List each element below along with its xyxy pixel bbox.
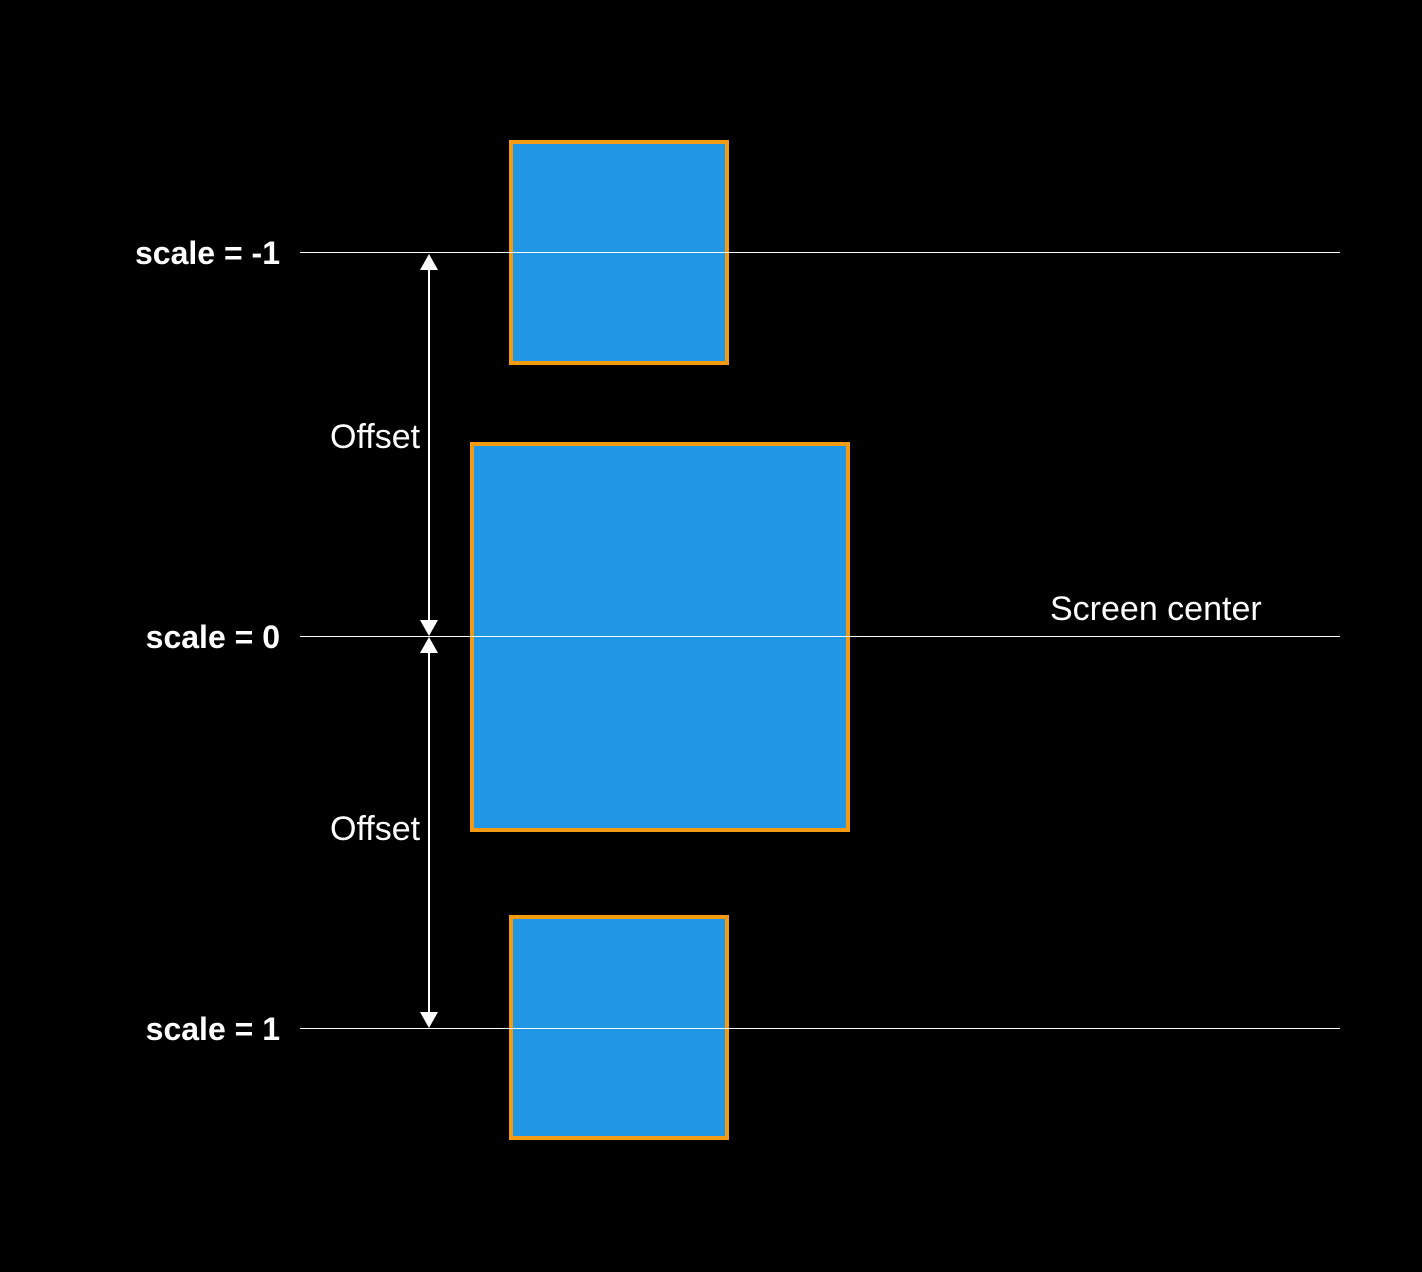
card-square-middle <box>470 442 850 832</box>
offset-arrow-upper <box>428 268 430 621</box>
offset-label-upper: Offset <box>330 418 420 457</box>
scale-label-plus1: scale = 1 <box>10 1011 280 1048</box>
arrowhead-down-icon <box>420 620 438 636</box>
offset-arrow-lower <box>428 650 430 1012</box>
arrowhead-up-icon <box>420 254 438 270</box>
baseline-middle <box>300 636 1340 637</box>
arrowhead-down-icon <box>420 1012 438 1028</box>
offset-label-lower: Offset <box>330 810 420 849</box>
scale-offset-diagram: scale = -1 scale = 0 scale = 1 Screen ce… <box>0 0 1422 1272</box>
arrowhead-up-icon <box>420 637 438 653</box>
screen-center-label: Screen center <box>1050 590 1262 629</box>
baseline-bottom <box>300 1028 1340 1029</box>
baseline-top <box>300 252 1340 253</box>
scale-label-minus1: scale = -1 <box>10 235 280 272</box>
scale-label-zero: scale = 0 <box>10 619 280 656</box>
